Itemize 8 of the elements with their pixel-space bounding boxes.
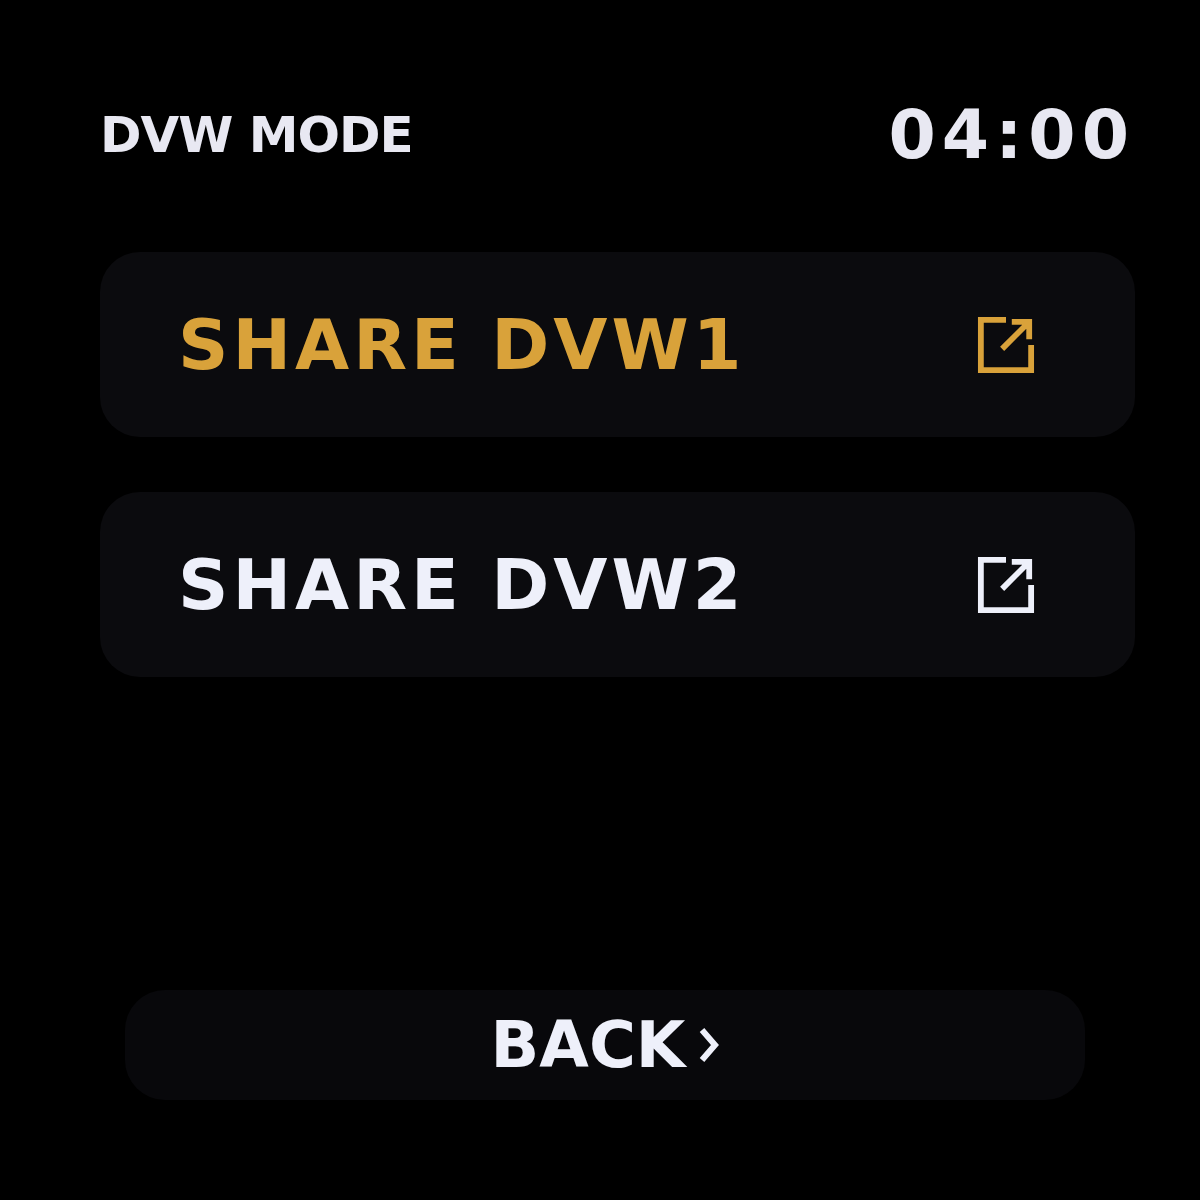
menu-item[interactable]: SHARE DVW2 xyxy=(100,492,1135,677)
back-button[interactable]: BACK xyxy=(125,990,1085,1100)
screen-title: DVW MODE xyxy=(100,105,413,164)
menu-item[interactable]: SHARE DVW1 xyxy=(100,252,1135,437)
share-icon xyxy=(977,315,1035,374)
share-icon xyxy=(977,555,1035,614)
time-display: 04:00 xyxy=(888,95,1135,174)
chevron-icon xyxy=(699,1025,720,1065)
